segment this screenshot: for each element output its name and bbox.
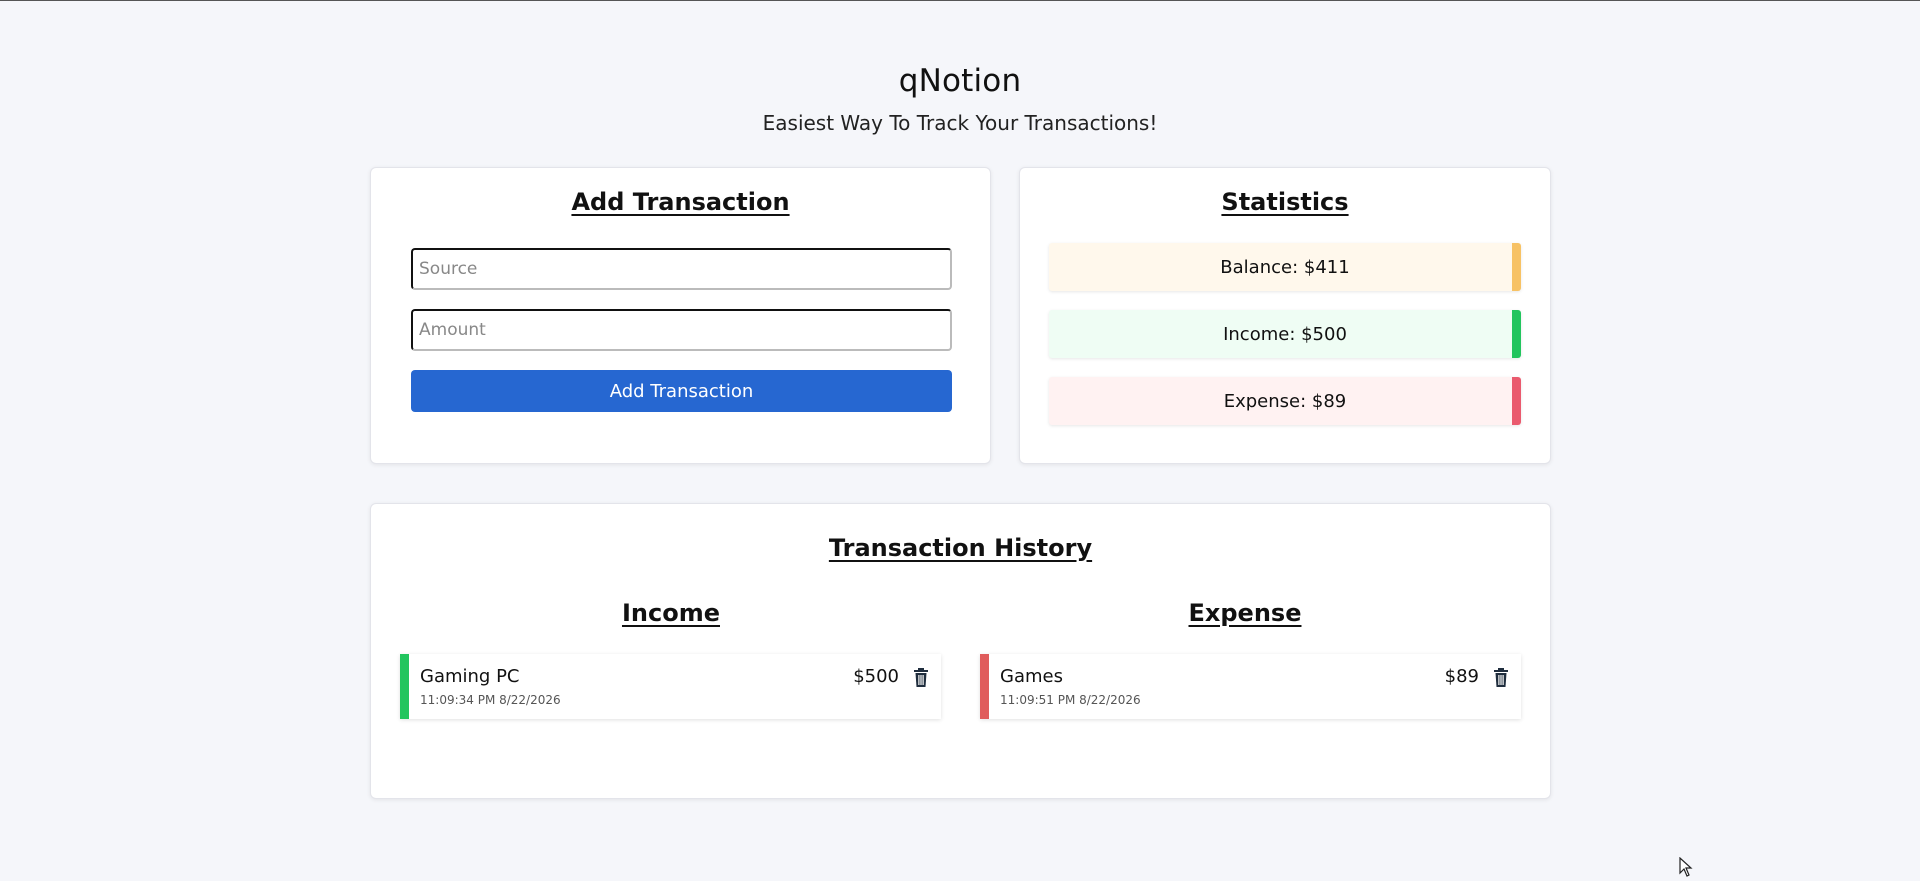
income-section-title: Income — [621, 599, 720, 627]
add-transaction-button[interactable]: Add Transaction — [411, 370, 952, 412]
add-transaction-title: Add Transaction — [571, 188, 790, 216]
balance-color-bar — [1512, 243, 1521, 291]
transaction-history-title: Transaction History — [828, 534, 1093, 562]
app-subtitle: Easiest Way To Track Your Transactions! — [762, 111, 1158, 135]
expense-color-bar — [1512, 377, 1521, 425]
income-list-item: Gaming PC 11:09:34 PM 8/22/2026 $500 — [400, 654, 941, 719]
expense-stat: Expense: $89 — [1049, 377, 1521, 425]
statistics-title: Statistics — [1221, 188, 1349, 216]
balance-stat: Balance: $411 — [1049, 243, 1521, 291]
transaction-amount: $500 — [853, 666, 899, 687]
expense-label: Expense: $89 — [1223, 390, 1347, 412]
source-input[interactable] — [411, 248, 952, 290]
transaction-source: Gaming PC — [420, 666, 520, 687]
app-title: qNotion — [898, 63, 1022, 99]
transaction-time: 11:09:51 PM 8/22/2026 — [1000, 693, 1141, 707]
income-label: Income: $500 — [1223, 323, 1347, 345]
trash-icon[interactable] — [1491, 667, 1511, 689]
income-stat: Income: $500 — [1049, 310, 1521, 358]
statistics-card: Statistics Balance: $411 Income: $500 Ex… — [1019, 167, 1551, 464]
income-color-bar — [1512, 310, 1521, 358]
transaction-source: Games — [1000, 666, 1063, 687]
expense-section-title: Expense — [1188, 599, 1302, 627]
balance-label: Balance: $411 — [1220, 256, 1350, 278]
trash-icon[interactable] — [911, 667, 931, 689]
transaction-history-card: Transaction History Income Expense Gamin… — [370, 503, 1551, 799]
mouse-cursor-icon — [1679, 856, 1693, 881]
amount-input[interactable] — [411, 309, 952, 351]
transaction-amount: $89 — [1444, 666, 1479, 687]
expense-list-item: Games 11:09:51 PM 8/22/2026 $89 — [980, 654, 1521, 719]
income-stripe — [400, 654, 409, 719]
transaction-time: 11:09:34 PM 8/22/2026 — [420, 693, 561, 707]
expense-stripe — [980, 654, 989, 719]
add-transaction-card: Add Transaction Add Transaction — [370, 167, 991, 464]
